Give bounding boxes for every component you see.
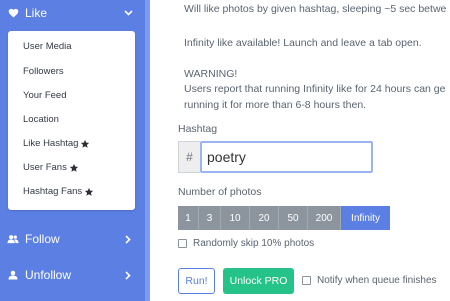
description-text: Will like photos by given hashtag, sleep… xyxy=(184,3,447,15)
hash-prefix: # xyxy=(178,141,200,173)
sidebar-item-like[interactable]: Like xyxy=(0,0,145,26)
chevron-down-icon xyxy=(123,8,133,18)
number-of-photos-label: Number of photos xyxy=(178,186,262,198)
notify-row[interactable]: Notify when queue finishes xyxy=(302,275,437,286)
notify-label: Notify when queue finishes xyxy=(317,275,437,286)
warning-line-2: running it for more than 6-8 hours then. xyxy=(184,99,367,111)
warning-line-1: Users report that running Infinity like … xyxy=(184,83,446,95)
count-option-infinity[interactable]: Infinity xyxy=(341,206,390,230)
run-button[interactable]: Run! xyxy=(178,268,215,294)
random-skip-row[interactable]: Randomly skip 10% photos xyxy=(178,238,314,249)
star-icon xyxy=(84,187,94,196)
sidebar-item-label: Unfollow xyxy=(25,268,72,282)
count-option-3[interactable]: 3 xyxy=(199,206,221,230)
main-panel: Will like photos by given hashtag, sleep… xyxy=(150,0,450,301)
unlock-pro-button[interactable]: Unlock PRO xyxy=(223,268,294,294)
photo-count-group: 1 3 10 20 50 200 Infinity xyxy=(178,206,390,230)
star-icon xyxy=(69,163,78,172)
heart-icon xyxy=(7,7,19,19)
submenu-item-your-feed[interactable]: Your Feed xyxy=(23,90,67,101)
random-skip-label: Randomly skip 10% photos xyxy=(193,238,315,249)
like-submenu: User Media Followers Your Feed Location … xyxy=(8,31,135,210)
submenu-item-followers[interactable]: Followers xyxy=(23,66,64,77)
chevron-right-icon xyxy=(123,270,133,280)
submenu-item-location[interactable]: Location xyxy=(23,114,59,125)
users-icon xyxy=(7,233,19,245)
hashtag-input[interactable] xyxy=(200,141,373,173)
chevron-right-icon xyxy=(123,234,133,244)
count-option-1[interactable]: 1 xyxy=(178,206,199,230)
sidebar: Like User Media Followers Your Feed Loca… xyxy=(0,0,145,301)
sidebar-item-follow[interactable]: Follow xyxy=(0,226,145,252)
user-icon xyxy=(7,269,19,281)
infinity-note: Infinity like available! Launch and leav… xyxy=(184,37,422,49)
random-skip-checkbox[interactable] xyxy=(178,239,187,248)
submenu-item-user-media[interactable]: User Media xyxy=(23,41,72,52)
count-option-200[interactable]: 200 xyxy=(308,206,341,230)
count-option-20[interactable]: 20 xyxy=(250,206,279,230)
hashtag-label: Hashtag xyxy=(178,123,218,135)
notify-checkbox[interactable] xyxy=(302,276,311,285)
warning-title: WARNING! xyxy=(184,68,238,80)
submenu-item-user-fans[interactable]: User Fans xyxy=(23,162,79,173)
sidebar-item-unfollow[interactable]: Unfollow xyxy=(0,262,145,288)
sidebar-item-label: Like xyxy=(25,6,48,20)
count-option-10[interactable]: 10 xyxy=(221,206,250,230)
count-option-50[interactable]: 50 xyxy=(279,206,308,230)
submenu-item-like-hashtag[interactable]: Like Hashtag xyxy=(23,138,90,149)
sidebar-item-label: Follow xyxy=(25,232,60,246)
star-icon xyxy=(81,139,90,148)
submenu-item-hashtag-fans[interactable]: Hashtag Fans xyxy=(23,186,94,197)
